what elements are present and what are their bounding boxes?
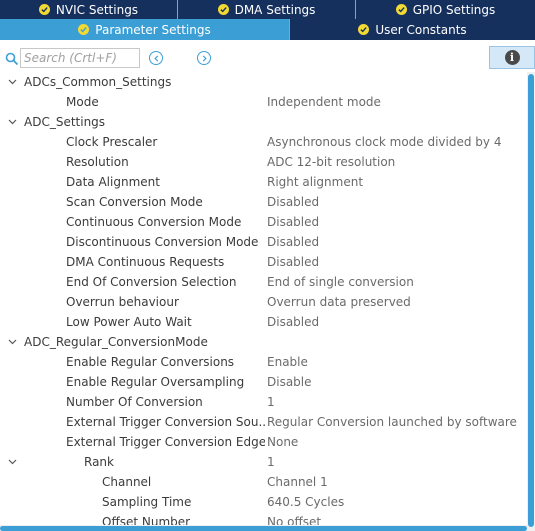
parameter-value[interactable]: Regular Conversion launched by software bbox=[267, 412, 525, 432]
tree-item[interactable]: Overrun behaviour Overrun data preserved bbox=[0, 292, 527, 312]
parameter-label: Enable Regular Conversions bbox=[66, 355, 235, 369]
chevron-down-icon[interactable] bbox=[6, 112, 18, 132]
tree-item[interactable]: Number Of Conversion 1 bbox=[0, 392, 527, 412]
parameter-value[interactable]: Enable bbox=[267, 352, 525, 372]
chevron-down-icon[interactable] bbox=[6, 72, 18, 92]
chevron-right-icon bbox=[202, 54, 207, 62]
tab-label: Parameter Settings bbox=[95, 22, 211, 37]
chevron-left-icon bbox=[153, 54, 158, 62]
primary-tab-bar: Parameter Settings User Constants bbox=[0, 19, 535, 40]
info-icon: i bbox=[504, 50, 520, 65]
parameter-value[interactable]: 640.5 Cycles bbox=[267, 492, 525, 512]
parameter-label: ADC_Regular_ConversionMode bbox=[24, 335, 208, 349]
check-icon bbox=[395, 4, 407, 15]
tree-item[interactable]: Continuous Conversion Mode Disabled bbox=[0, 212, 527, 232]
tab-label: User Constants bbox=[375, 22, 467, 37]
tree-item[interactable]: Data Alignment Right alignment bbox=[0, 172, 527, 192]
parameter-label: Resolution bbox=[66, 155, 129, 169]
tab-parameter-settings[interactable]: Parameter Settings bbox=[0, 19, 289, 40]
tree-item[interactable]: Low Power Auto Wait Disabled bbox=[0, 312, 527, 332]
tree-group[interactable]: ADC_Settings bbox=[0, 112, 527, 132]
parameter-value[interactable]: Independent mode bbox=[267, 92, 525, 112]
search-input[interactable] bbox=[20, 48, 140, 68]
parameter-value[interactable]: Overrun data preserved bbox=[267, 292, 525, 312]
parameter-value[interactable]: Disabled bbox=[267, 192, 525, 212]
tree-item[interactable]: DMA Continuous Requests Disabled bbox=[0, 252, 527, 272]
tab-dma-settings[interactable]: DMA Settings bbox=[178, 0, 356, 19]
parameter-label: Enable Regular Oversampling bbox=[66, 375, 245, 389]
parameter-label: Discontinuous Conversion Mode bbox=[66, 235, 259, 249]
check-icon bbox=[78, 24, 90, 35]
parameter-label: ADC_Settings bbox=[24, 115, 106, 129]
vertical-scrollbar[interactable] bbox=[527, 72, 535, 531]
tab-gpio-settings[interactable]: GPIO Settings bbox=[356, 0, 535, 19]
parameter-value[interactable]: ADC 12-bit resolution bbox=[267, 152, 525, 172]
parameter-label: Channel bbox=[102, 475, 152, 489]
parameter-value[interactable]: Asynchronous clock mode divided by 4 bbox=[267, 132, 525, 152]
parameter-label: Low Power Auto Wait bbox=[66, 315, 192, 329]
vertical-scroll-thumb[interactable] bbox=[528, 74, 534, 527]
parameter-label: Overrun behaviour bbox=[66, 295, 179, 309]
tab-label: NVIC Settings bbox=[55, 2, 139, 17]
parameter-value[interactable]: None bbox=[267, 432, 525, 452]
search-icon bbox=[5, 52, 19, 66]
parameter-label: Data Alignment bbox=[66, 175, 160, 189]
check-icon bbox=[38, 4, 50, 15]
parameter-tree: ADCs_Common_Settings Mode Independent mode… bbox=[0, 72, 527, 531]
parameter-label: DMA Continuous Requests bbox=[66, 255, 225, 269]
tab-label: GPIO Settings bbox=[412, 2, 496, 17]
parameter-label: Clock Prescaler bbox=[66, 135, 158, 149]
previous-match-button[interactable] bbox=[149, 51, 163, 65]
parameter-label: External Trigger Conversion Edge bbox=[66, 435, 265, 449]
parameter-label: Mode bbox=[66, 95, 99, 109]
tree-group[interactable]: ADC_Regular_ConversionMode bbox=[0, 332, 527, 352]
parameter-label: Sampling Time bbox=[102, 495, 192, 509]
chevron-down-icon[interactable] bbox=[6, 452, 18, 472]
tree-subitem[interactable]: Sampling Time 640.5 Cycles bbox=[0, 492, 527, 512]
tree-item[interactable]: Resolution ADC 12-bit resolution bbox=[0, 152, 527, 172]
parameter-value[interactable]: Disabled bbox=[267, 312, 525, 332]
info-button[interactable]: i bbox=[489, 46, 535, 69]
parameter-value[interactable]: 1 bbox=[267, 392, 525, 412]
parameter-label: External Trigger Conversion Sou... bbox=[66, 415, 265, 429]
tree-item[interactable]: External Trigger Conversion Edge None bbox=[0, 432, 527, 452]
parameter-label: Number Of Conversion bbox=[66, 395, 203, 409]
horizontal-scrollbar[interactable] bbox=[0, 525, 527, 531]
parameter-value[interactable]: Disabled bbox=[267, 212, 525, 232]
parameter-label: Scan Conversion Mode bbox=[66, 195, 203, 209]
parameter-value[interactable]: 1 bbox=[267, 452, 525, 472]
tree-item[interactable]: Enable Regular Conversions Enable bbox=[0, 352, 527, 372]
check-icon bbox=[358, 24, 370, 35]
tree-item[interactable]: External Trigger Conversion Sou... Regula… bbox=[0, 412, 527, 432]
next-match-button[interactable] bbox=[197, 51, 211, 65]
parameter-value[interactable]: Disabled bbox=[267, 252, 525, 272]
tree-item[interactable]: End Of Conversion Selection End of single… bbox=[0, 272, 527, 292]
parameter-label: ADCs_Common_Settings bbox=[24, 75, 172, 89]
tree-item[interactable]: Clock Prescaler Asynchronous clock mode d… bbox=[0, 132, 527, 152]
tree-subgroup[interactable]: Rank 1 bbox=[0, 452, 527, 472]
parameter-label: Rank bbox=[84, 455, 114, 469]
tree-item[interactable]: Mode Independent mode bbox=[0, 92, 527, 112]
parameter-label: Continuous Conversion Mode bbox=[66, 215, 242, 229]
tree-item[interactable]: Enable Regular Oversampling Disable bbox=[0, 372, 527, 392]
parameter-value[interactable]: Disable bbox=[267, 372, 525, 392]
parameter-label: End Of Conversion Selection bbox=[66, 275, 237, 289]
parameter-value[interactable]: Right alignment bbox=[267, 172, 525, 192]
secondary-tab-bar: NVIC Settings DMA Settings GPIO Settings bbox=[0, 0, 535, 19]
tab-nvic-settings[interactable]: NVIC Settings bbox=[0, 0, 178, 19]
parameter-value[interactable]: Disabled bbox=[267, 232, 525, 252]
tree-group[interactable]: ADCs_Common_Settings bbox=[0, 72, 527, 92]
tab-label: DMA Settings bbox=[234, 2, 316, 17]
check-icon bbox=[217, 4, 229, 15]
parameter-value[interactable]: End of single conversion bbox=[267, 272, 525, 292]
tree-item[interactable]: Scan Conversion Mode Disabled bbox=[0, 192, 527, 212]
chevron-down-icon[interactable] bbox=[6, 332, 18, 352]
horizontal-scroll-thumb[interactable] bbox=[0, 526, 527, 531]
tree-item[interactable]: Discontinuous Conversion Mode Disabled bbox=[0, 232, 527, 252]
tree-subitem[interactable]: Channel Channel 1 bbox=[0, 472, 527, 492]
tab-user-constants[interactable]: User Constants bbox=[289, 19, 535, 40]
parameter-value[interactable]: Channel 1 bbox=[267, 472, 525, 492]
